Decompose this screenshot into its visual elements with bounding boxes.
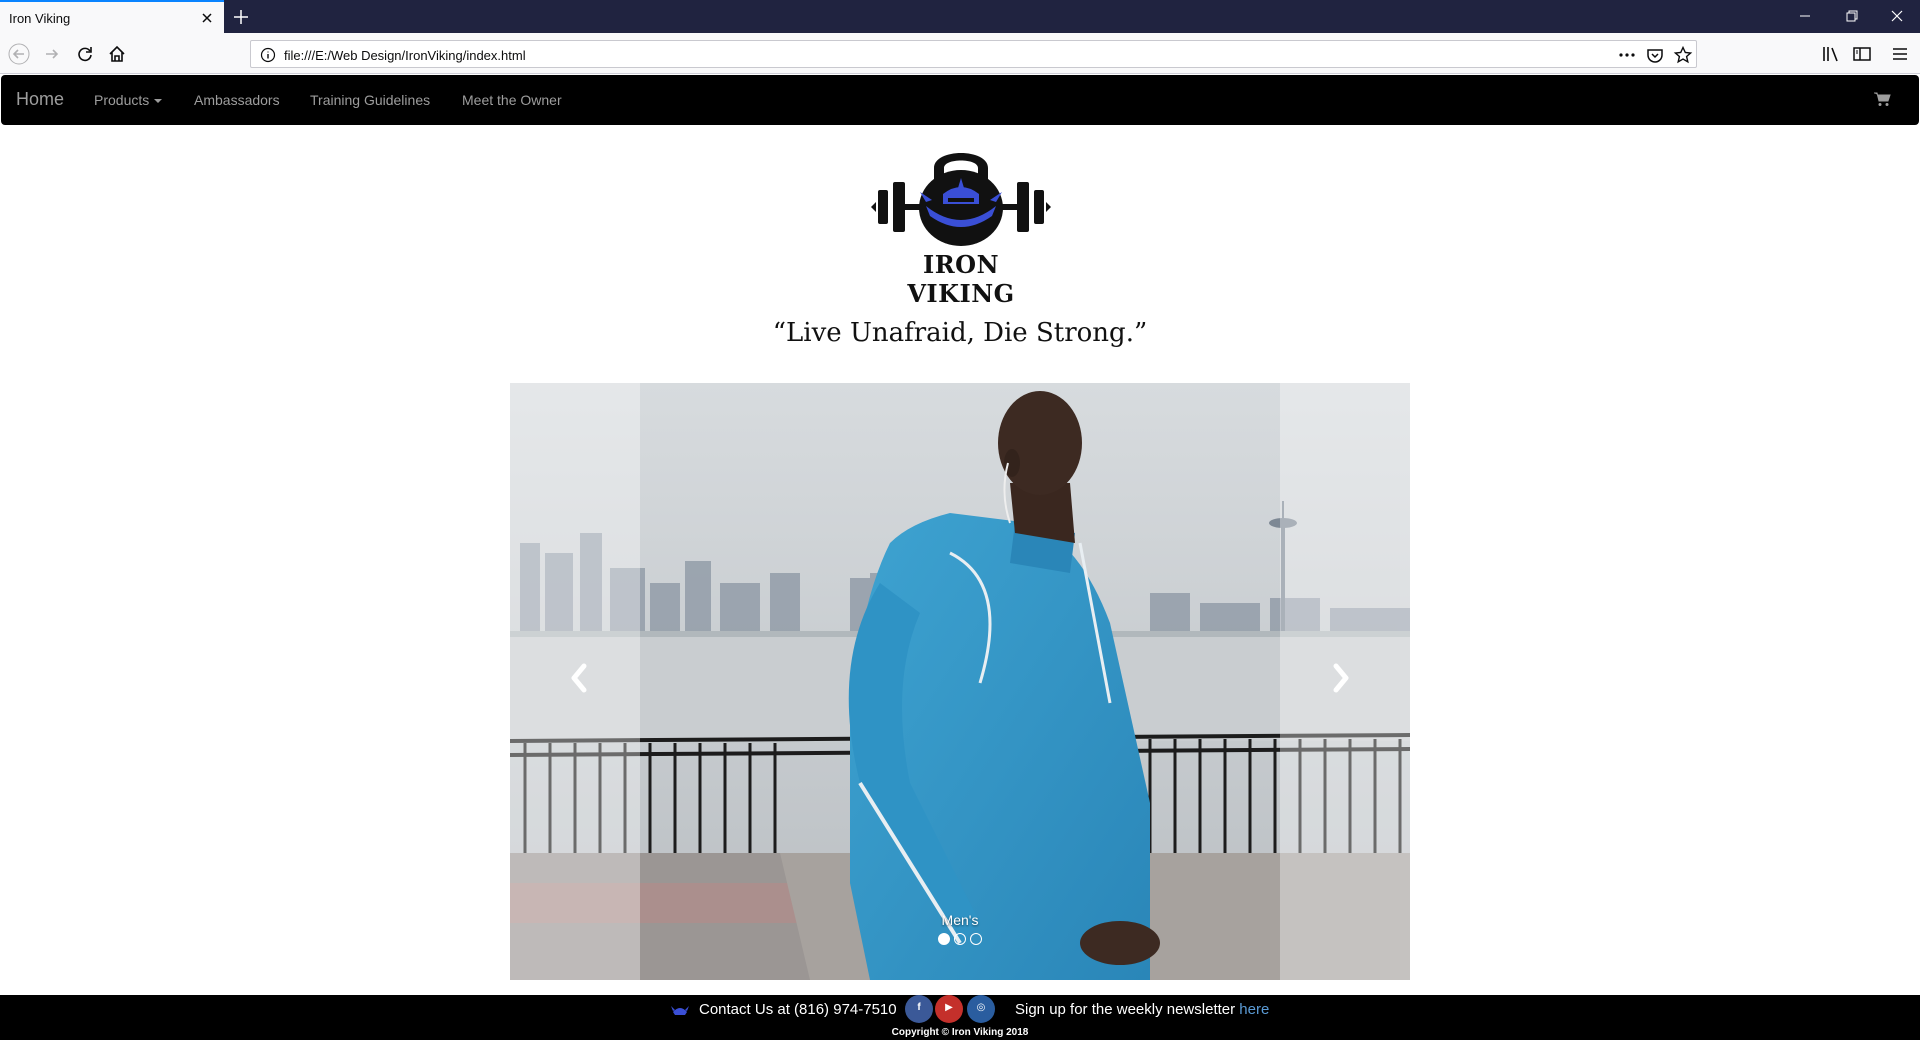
close-window-icon[interactable] <box>1882 4 1912 28</box>
carousel-prev-chevron-icon[interactable] <box>560 648 600 708</box>
carousel-slide-image <box>510 383 1410 980</box>
restore-icon[interactable] <box>1836 4 1866 28</box>
nav-home-brand[interactable]: Home <box>16 89 64 110</box>
home-icon[interactable] <box>106 43 128 65</box>
hero-carousel[interactable]: Men's <box>510 383 1410 980</box>
nav-item-training-guidelines[interactable]: Training Guidelines <box>310 92 430 108</box>
nav-item-products[interactable]: Products <box>94 92 163 108</box>
menu-icon[interactable] <box>1889 43 1911 65</box>
newsletter-link[interactable]: here <box>1239 1001 1269 1018</box>
forward-icon[interactable] <box>41 43 63 65</box>
more-icon[interactable] <box>1617 45 1637 65</box>
url-bar[interactable]: file:///E:/Web Design/IronViking/index.h… <box>250 40 1697 68</box>
carousel-indicator-3[interactable] <box>970 933 982 945</box>
cart-icon[interactable] <box>1873 90 1891 108</box>
url-text[interactable]: file:///E:/Web Design/IronViking/index.h… <box>284 48 526 63</box>
browser-toolbar: file:///E:/Web Design/IronViking/index.h… <box>0 33 1920 74</box>
nav-item-meet-the-owner[interactable]: Meet the Owner <box>462 92 562 108</box>
close-icon[interactable] <box>198 9 216 27</box>
plus-icon[interactable] <box>230 6 252 28</box>
kettlebell-logo-icon <box>871 153 1051 246</box>
star-icon[interactable] <box>1673 45 1693 65</box>
tab-title: Iron Viking <box>9 11 71 26</box>
sidebar-icon[interactable] <box>1851 43 1873 65</box>
iron-viking-logo: IRON VIKING <box>868 142 1054 308</box>
site-navbar: Home Products Ambassadors Training Guide… <box>1 75 1919 125</box>
copyright: Copyright © Iron Viking 2018 <box>891 1027 1029 1038</box>
nav-item-label: Products <box>94 92 150 108</box>
nav-item-ambassadors[interactable]: Ambassadors <box>194 92 280 108</box>
logo-text: IRON VIKING <box>907 250 1015 308</box>
minimize-icon[interactable] <box>1790 4 1820 28</box>
info-icon[interactable] <box>260 47 276 63</box>
instagram-icon[interactable]: ◎ <box>967 995 995 1023</box>
facebook-icon[interactable]: f <box>905 995 933 1023</box>
back-icon[interactable] <box>8 43 30 65</box>
newsletter-text: Sign up for the weekly newsletter here <box>1015 1001 1270 1018</box>
reload-icon[interactable] <box>74 43 96 65</box>
pocket-icon[interactable] <box>1645 45 1665 65</box>
carousel-caption: Men's <box>941 912 979 928</box>
footer-contact: Contact Us at (816) 974-7510 <box>699 1001 897 1018</box>
caret-down-icon <box>154 99 163 104</box>
carousel-next-chevron-icon[interactable] <box>1320 648 1360 708</box>
tagline: “Live Unafraid, Die Strong.” <box>772 318 1148 348</box>
site-footer: Contact Us at (816) 974-7510 f ▶ ◎ Sign … <box>0 995 1920 1040</box>
carousel-indicator-2[interactable] <box>954 933 966 945</box>
library-icon[interactable] <box>1820 43 1842 65</box>
youtube-icon[interactable]: ▶ <box>935 995 963 1023</box>
carousel-indicator-1[interactable] <box>938 933 950 945</box>
viking-helmet-icon <box>670 1000 690 1020</box>
browser-tab[interactable]: Iron Viking <box>0 0 224 33</box>
browser-tabstrip: Iron Viking <box>0 0 1920 33</box>
